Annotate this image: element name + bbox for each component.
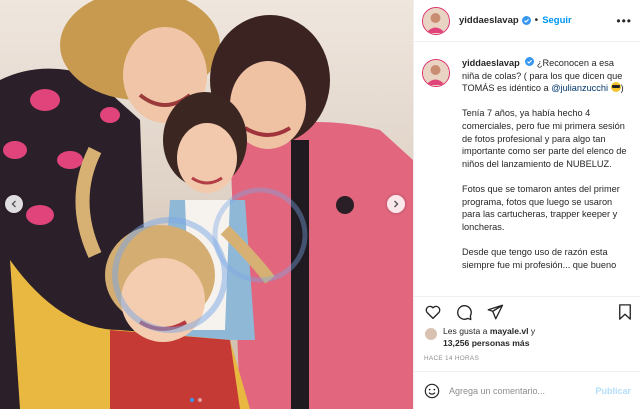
carousel-dot (198, 398, 202, 402)
caption-username[interactable]: yiddaeslavap (462, 58, 520, 68)
more-horizontal-icon[interactable]: ••• (616, 14, 632, 28)
previous-photo-button[interactable] (5, 195, 23, 213)
post-side-panel: yiddaeslavap • Seguir ••• yiddaeslavap ¿… (413, 0, 640, 409)
smiley-icon[interactable] (424, 383, 440, 399)
action-bar (424, 302, 634, 322)
follow-button[interactable]: Seguir (542, 15, 572, 26)
carousel-indicator (190, 398, 202, 402)
caption-avatar[interactable] (422, 59, 450, 87)
chevron-left-icon (11, 200, 16, 208)
mention-link[interactable]: @julianzucchi (551, 83, 608, 93)
header-separator: • (534, 15, 539, 26)
post-photo[interactable] (0, 0, 413, 409)
likes-summary: Les gusta a mayale.vl y 13,256 personas … (424, 326, 634, 349)
post-timestamp[interactable]: HACE 14 HORAS (424, 355, 479, 362)
next-photo-button[interactable] (387, 195, 405, 213)
verified-badge-icon (521, 16, 531, 25)
verified-badge-icon (525, 57, 535, 66)
likes-text: Les gusta a mayale.vl y 13,256 personas … (443, 326, 535, 349)
caption-text: yiddaeslavap ¿Reconocen a esa niña de co… (462, 57, 628, 284)
caption-scroll-area[interactable]: yiddaeslavap ¿Reconocen a esa niña de co… (414, 43, 640, 295)
send-icon[interactable] (486, 303, 504, 321)
sunglasses-emoji-icon (610, 82, 621, 93)
chevron-right-icon (394, 200, 399, 208)
publish-button[interactable]: Publicar (595, 386, 631, 396)
caption-paragraph-2: Tenía 7 años, ya había hecho 4 comercial… (462, 108, 627, 169)
liker-username[interactable]: mayale.vl (490, 326, 529, 336)
caption-line1-end: ) (620, 83, 624, 94)
comment-icon[interactable] (455, 303, 473, 321)
caption-paragraph-3: Fotos que se tomaron antes del primer pr… (462, 183, 620, 232)
header-username[interactable]: yiddaeslavap (459, 15, 519, 26)
post-header: yiddaeslavap • Seguir ••• (414, 0, 640, 42)
likes-suffix[interactable]: personas más (472, 338, 530, 348)
liker-avatar[interactable] (424, 327, 438, 341)
carousel-dot-active (190, 398, 194, 402)
caption-paragraph-4: Desde que tengo uso de razón esta siempr… (462, 246, 617, 270)
avatar-image (423, 60, 448, 85)
caption: yiddaeslavap ¿Reconocen a esa niña de co… (422, 57, 631, 284)
profile-avatar[interactable] (422, 6, 450, 35)
avatar-image (423, 7, 448, 33)
likes-prefix: Les gusta a (443, 326, 488, 336)
likes-count[interactable]: 13,256 (443, 338, 469, 348)
photo-illustration (0, 0, 413, 409)
comment-input[interactable] (449, 385, 589, 396)
heart-icon[interactable] (424, 303, 442, 321)
comment-bar: Publicar (414, 371, 640, 409)
bookmark-icon[interactable] (616, 303, 634, 321)
likes-connector: y (530, 326, 536, 336)
divider (414, 296, 640, 297)
